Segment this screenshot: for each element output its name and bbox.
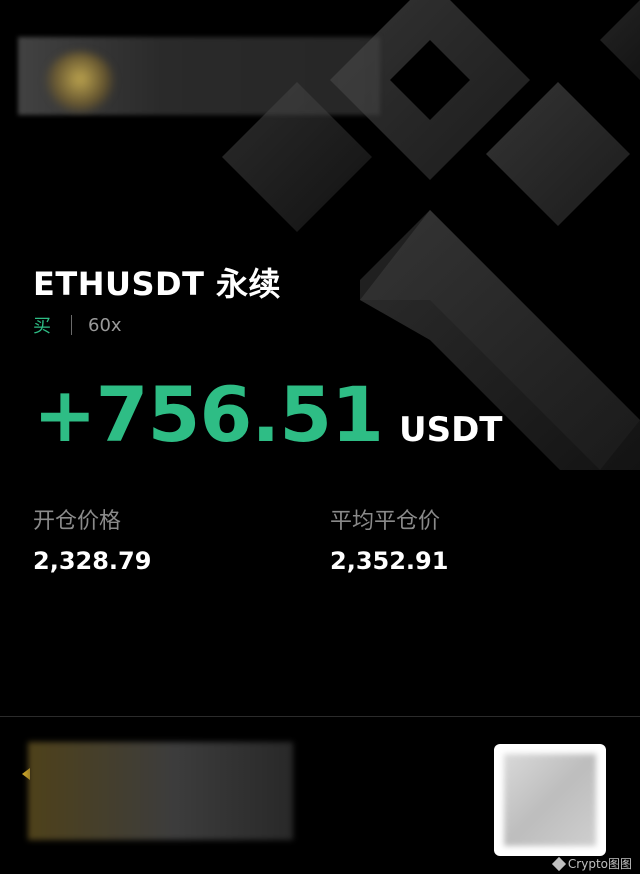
pnl-unit: USDT — [398, 410, 503, 450]
pnl-amount: +756.51 — [33, 370, 384, 459]
side-label: 买 — [33, 316, 51, 337]
entry-price-block: 开仓价格 2,328.79 — [33, 503, 151, 575]
section-divider — [0, 716, 640, 717]
position-meta: 买 60x — [33, 312, 122, 338]
meta-divider — [71, 315, 72, 335]
watermark: Crypto图图 — [551, 855, 632, 872]
qr-code-inner — [504, 754, 596, 846]
pnl-display: +756.51 USDT — [33, 370, 502, 459]
qr-code-blurred — [494, 744, 606, 856]
watermark-text: Crypto图图 — [567, 857, 632, 871]
wechat-icon — [551, 856, 566, 871]
trading-pair-title: ETHUSDT 永续 — [33, 265, 282, 303]
entry-price-value: 2,328.79 — [33, 547, 152, 575]
entry-price-label: 开仓价格 — [33, 509, 122, 534]
close-price-label: 平均平仓价 — [330, 509, 441, 534]
referral-info-blurred — [28, 742, 293, 840]
avatar — [45, 52, 115, 112]
leverage-label: 60x — [88, 314, 122, 336]
close-price-value: 2,352.91 — [330, 547, 449, 575]
close-price-block: 平均平仓价 2,352.91 — [330, 503, 448, 575]
